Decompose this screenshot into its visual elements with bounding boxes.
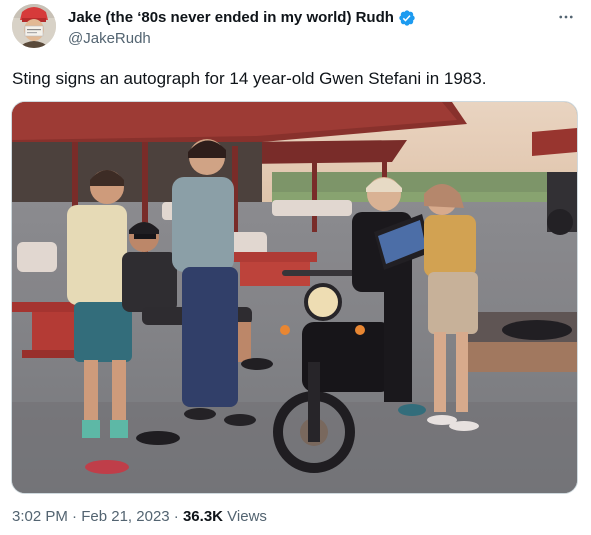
photo-illustration xyxy=(12,102,577,493)
tweet-photo[interactable] xyxy=(11,101,578,494)
meta-separator: · xyxy=(72,508,78,525)
tweet: Jake (the ‘80s never ended in my world) … xyxy=(0,0,591,535)
avatar[interactable] xyxy=(12,4,56,48)
more-horizontal-icon xyxy=(559,15,573,19)
avatar-image xyxy=(12,4,56,48)
views-count[interactable]: 36.3K xyxy=(183,508,223,525)
more-menu-button[interactable] xyxy=(555,6,577,28)
verified-badge-icon xyxy=(398,9,416,27)
views-label: Views xyxy=(227,508,267,525)
display-name[interactable]: Jake (the ‘80s never ended in my world) … xyxy=(68,8,394,28)
tweet-meta: 3:02 PM · Feb 21, 2023 · 36.3K Views xyxy=(12,507,267,527)
meta-separator: · xyxy=(173,508,179,525)
tweet-date[interactable]: Feb 21, 2023 xyxy=(81,508,169,525)
author-block: Jake (the ‘80s never ended in my world) … xyxy=(68,8,538,49)
name-row: Jake (the ‘80s never ended in my world) … xyxy=(68,8,538,28)
tweet-time[interactable]: 3:02 PM xyxy=(12,508,68,525)
handle[interactable]: @JakeRudh xyxy=(68,29,538,49)
tweet-text: Sting signs an autograph for 14 year-old… xyxy=(12,69,487,88)
